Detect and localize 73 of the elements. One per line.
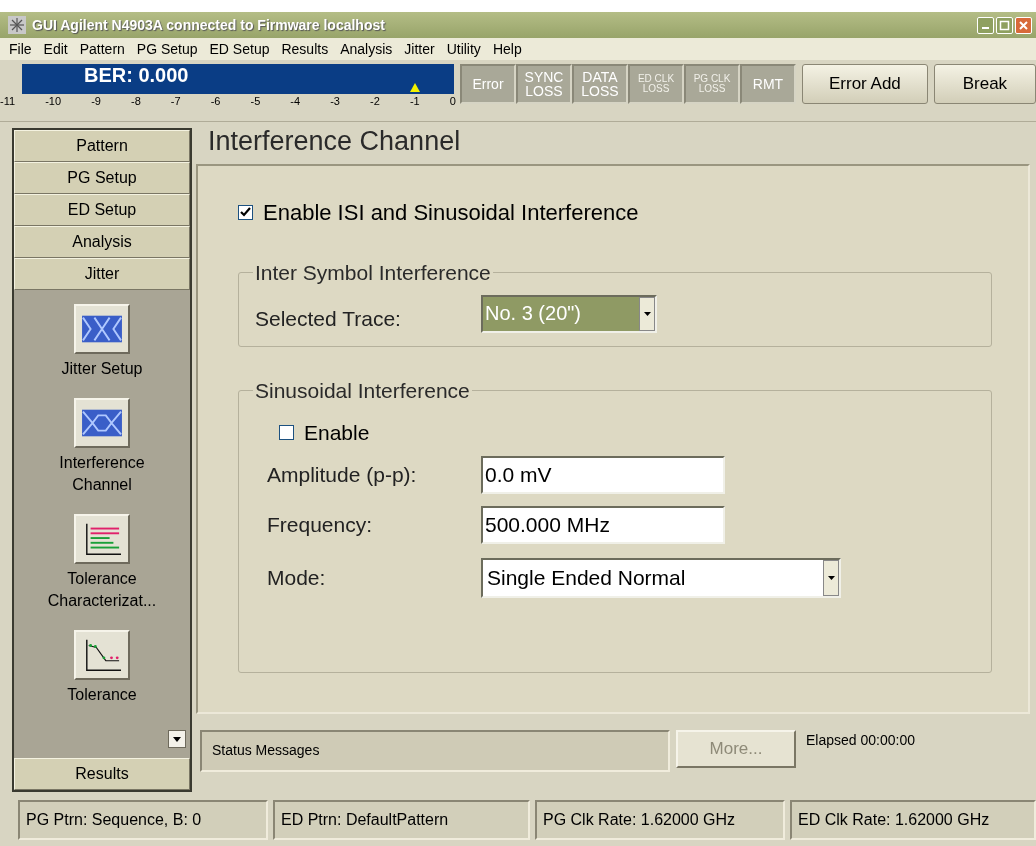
scale-label: -5 xyxy=(250,94,261,108)
tool-label: Tolerance xyxy=(67,685,137,705)
checkbox-label: Enable ISI and Sinusoidal Interference xyxy=(263,199,639,227)
status-indicator: Error xyxy=(460,64,516,104)
scale-label: -10 xyxy=(45,94,62,108)
checkbox-label: Enable xyxy=(304,419,370,446)
scale-label: -7 xyxy=(170,94,181,108)
input-field[interactable]: 500.000 MHz xyxy=(481,506,725,544)
scale-label: -9 xyxy=(91,94,101,108)
menu-item[interactable]: Edit xyxy=(38,38,73,60)
menu-item[interactable]: ED Setup xyxy=(204,38,275,60)
tool-button[interactable] xyxy=(74,630,130,680)
status-bar-cell: ED Ptrn: DefaultPattern xyxy=(273,800,530,840)
field-label: Mode: xyxy=(267,565,327,592)
mode-dropdown[interactable]: Single Ended Normal xyxy=(481,558,841,598)
status-indicator: DATA LOSS xyxy=(572,64,628,104)
menu-item[interactable]: Jitter xyxy=(399,38,440,60)
menu-item[interactable]: Pattern xyxy=(74,38,130,60)
elapsed-time: Elapsed 00:00:00 xyxy=(806,731,915,750)
toolbar-button[interactable]: Break xyxy=(933,64,1036,104)
close-icon xyxy=(1017,18,1030,32)
nav-section[interactable]: Results xyxy=(14,758,190,790)
page-heading: Interference Channel xyxy=(207,125,462,158)
scale-label: -2 xyxy=(370,94,380,108)
scale-label: -4 xyxy=(290,94,301,108)
status-indicator: ED CLK LOSS xyxy=(628,64,684,104)
close-button[interactable] xyxy=(1015,16,1032,34)
group-title: Sinusoidal Interference xyxy=(254,378,471,404)
nav-section[interactable]: Jitter xyxy=(14,258,190,290)
caret-down-icon xyxy=(173,736,181,742)
ber-value: BER: 0.000 xyxy=(84,65,189,85)
scale-label: -11 xyxy=(0,94,16,108)
menu-item[interactable]: Help xyxy=(487,38,527,60)
field-label: Amplitude (p-p): xyxy=(267,462,418,489)
minimize-icon xyxy=(982,27,989,29)
tool-label: Tolerance Characterizat... xyxy=(47,569,157,611)
nav-section[interactable]: Analysis xyxy=(14,226,190,258)
nav-section[interactable]: PG Setup xyxy=(14,162,190,194)
scale-label: -8 xyxy=(130,94,141,108)
maximize-icon xyxy=(998,18,1011,32)
tool-button[interactable] xyxy=(74,514,130,564)
field-label: Selected Trace: xyxy=(255,305,402,332)
nav-section[interactable]: Pattern xyxy=(14,130,190,162)
nav-section[interactable]: ED Setup xyxy=(14,194,190,226)
menu-item[interactable]: Analysis xyxy=(335,38,398,60)
field-label: Frequency: xyxy=(267,512,374,539)
maximize-button[interactable] xyxy=(996,16,1013,34)
window-title: GUI Agilent N4903A connected to Firmware localhost xyxy=(32,15,386,35)
scale-label: 0 xyxy=(449,94,456,108)
tool-label: Interference Channel xyxy=(59,453,145,495)
scale-label: -1 xyxy=(409,94,420,108)
toolbar-button[interactable]: Error Add xyxy=(802,64,928,104)
input-field[interactable]: 0.0 mV xyxy=(481,456,725,494)
checkbox[interactable] xyxy=(238,205,253,220)
menu-item[interactable]: Results xyxy=(276,38,334,60)
status-indicator: RMT xyxy=(740,64,796,104)
menu-item[interactable]: File xyxy=(4,38,37,60)
tool-label: Jitter Setup xyxy=(61,359,143,379)
status-bar-cell: PG Clk Rate: 1.62000 GHz xyxy=(535,800,785,840)
status-indicator: SYNC LOSS xyxy=(516,64,572,104)
status-bar-cell: ED Clk Rate: 1.62000 GHz xyxy=(790,800,1036,840)
status-indicator: PG CLK LOSS xyxy=(684,64,740,104)
app-icon xyxy=(8,16,26,34)
group-title: Inter Symbol Interference xyxy=(254,260,492,286)
minimize-button[interactable] xyxy=(977,16,994,34)
status-bar-cell: PG Ptrn: Sequence, B: 0 xyxy=(18,800,268,840)
checkbox[interactable] xyxy=(279,424,294,440)
menu-item[interactable]: PG Setup xyxy=(131,38,203,60)
scale-label: -6 xyxy=(210,94,221,108)
scale-label: -3 xyxy=(330,94,340,108)
status-messages: Status Messages xyxy=(200,730,670,772)
scroll-down-button[interactable] xyxy=(168,730,186,748)
menu-item[interactable]: Utility xyxy=(441,38,486,60)
